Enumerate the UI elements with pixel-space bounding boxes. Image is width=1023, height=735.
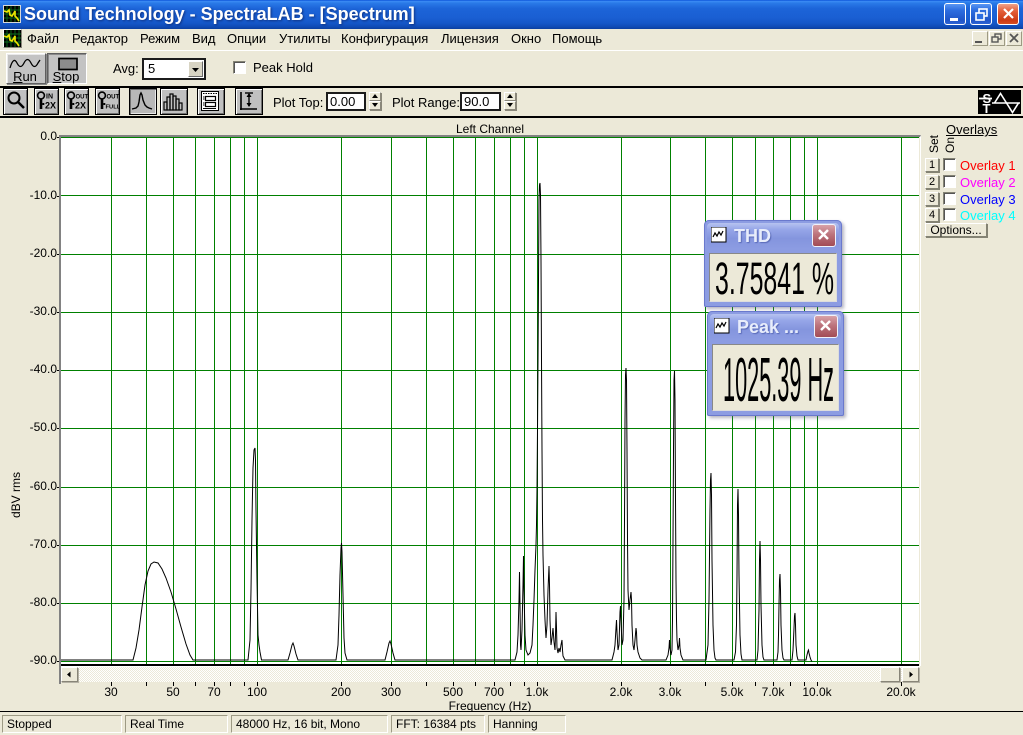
svg-text:2X: 2X [45, 101, 56, 111]
svg-text:2X: 2X [75, 101, 86, 111]
svg-text:OUT: OUT [107, 95, 120, 101]
svg-text:FULL: FULL [106, 105, 121, 111]
svg-text:1025.39 Hz: 1025.39 Hz [723, 346, 834, 410]
svg-text:T: T [983, 101, 991, 114]
svg-text:IN: IN [46, 94, 53, 101]
svg-text:3.75841 %: 3.75841 % [715, 254, 834, 301]
